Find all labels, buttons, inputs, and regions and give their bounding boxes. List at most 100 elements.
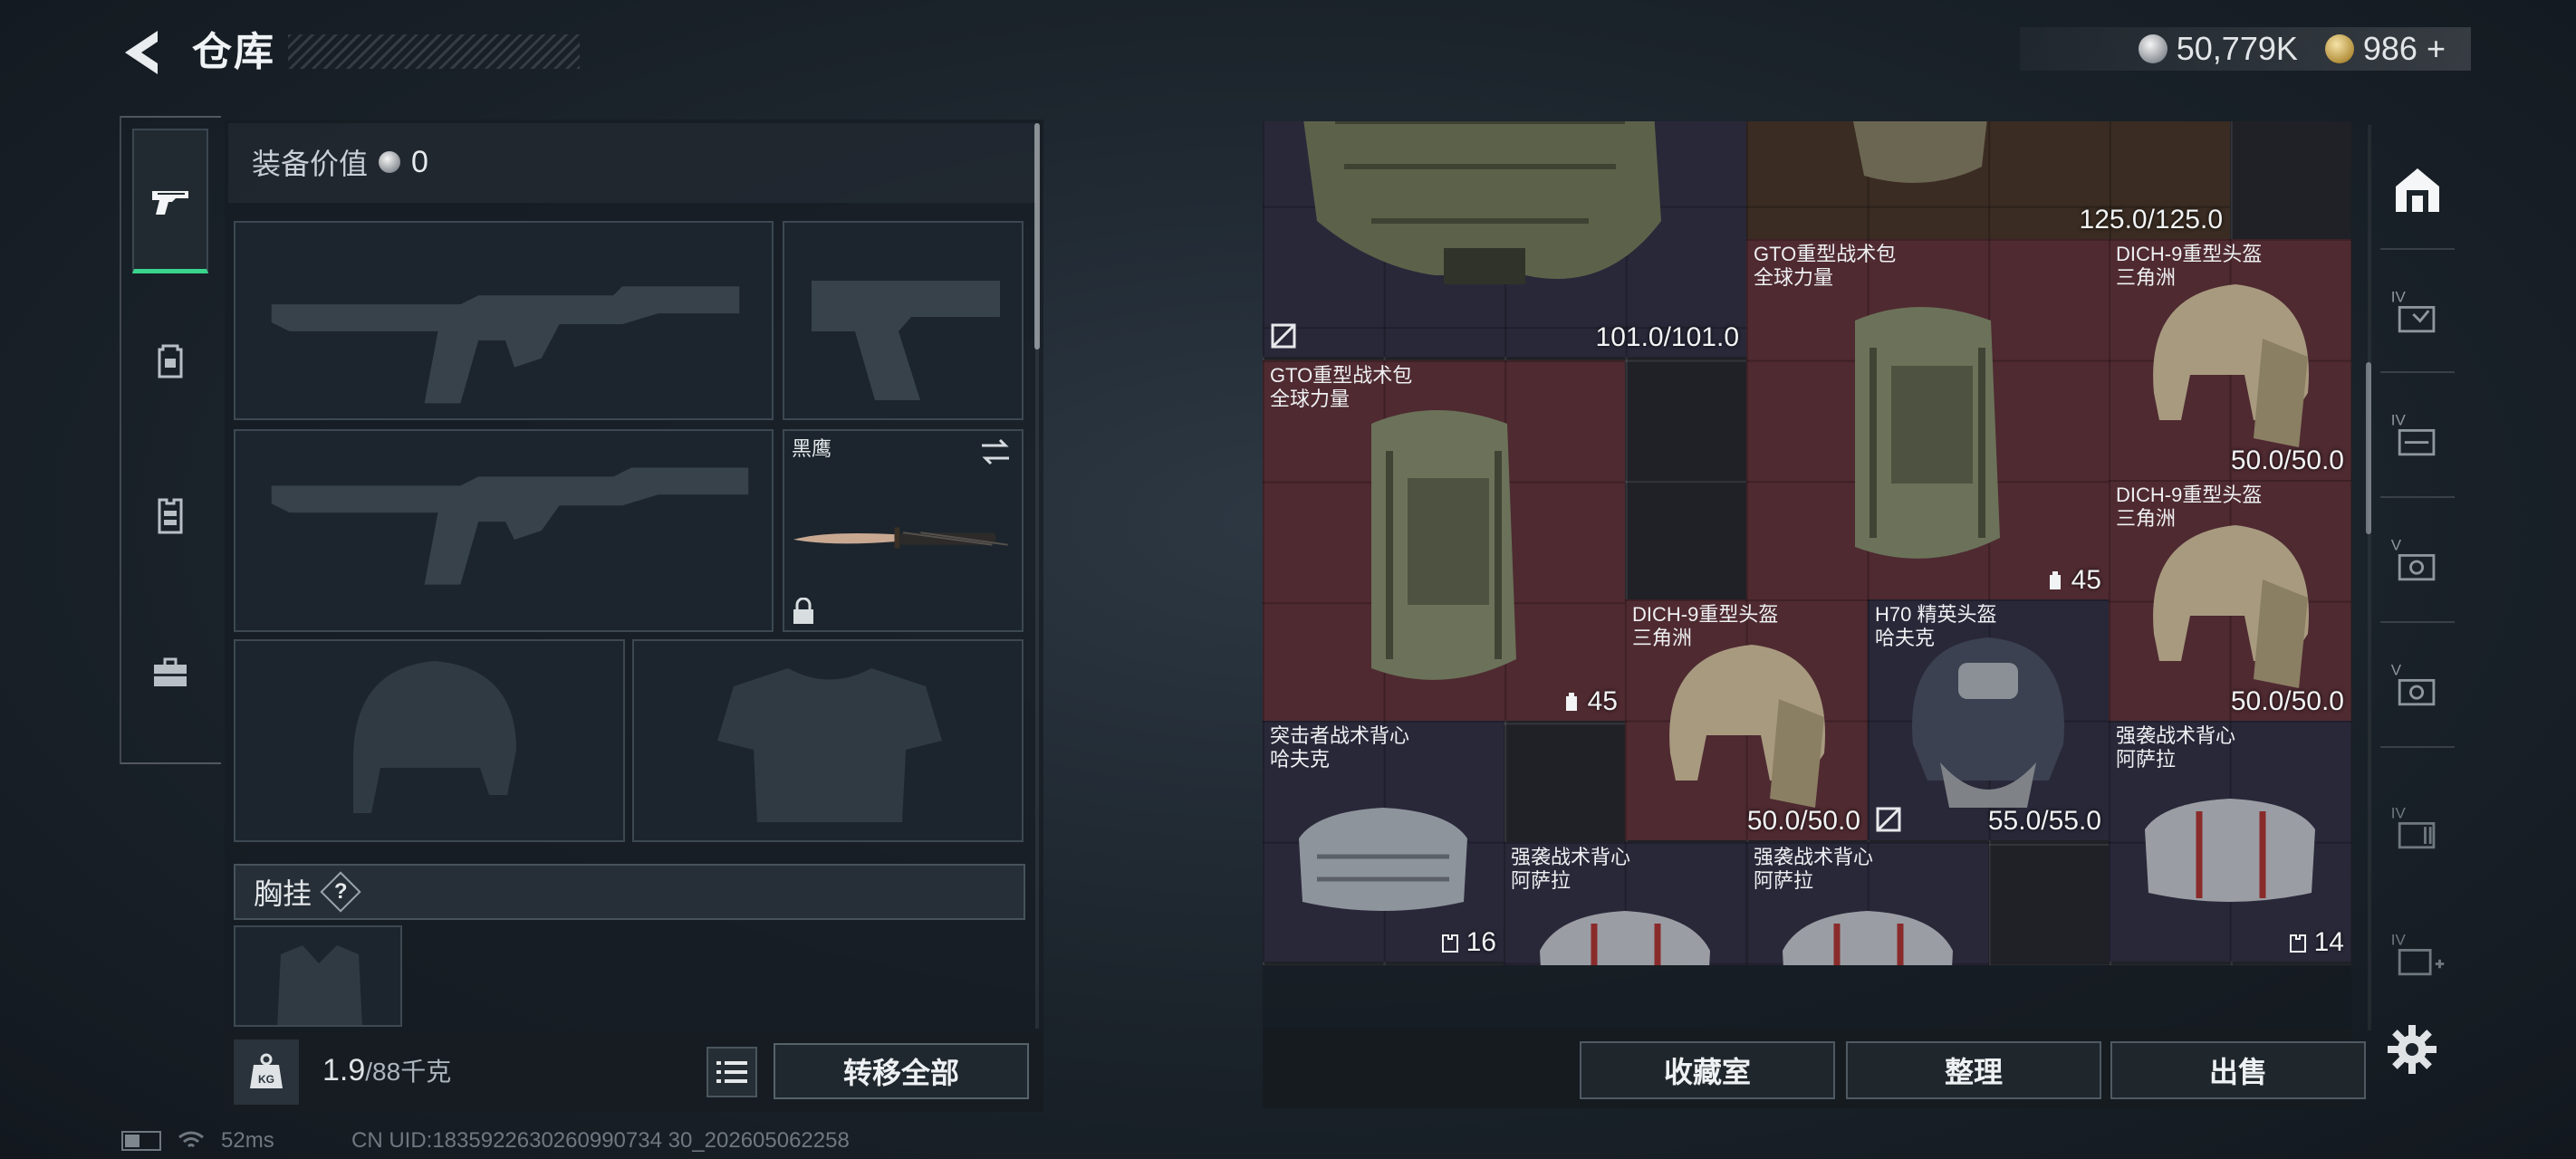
rail-separator: [2380, 621, 2455, 623]
storage-item-armor[interactable]: 101.0/101.0: [1263, 121, 1746, 357]
help-icon[interactable]: ?: [320, 871, 361, 913]
item-brand: 三角洲: [1632, 627, 1693, 649]
carry-weight-max: /88千克: [365, 1058, 452, 1086]
item-brand: 全球力量: [1754, 266, 1834, 289]
storage-page-2[interactable]: IV: [2380, 391, 2455, 482]
toolbox-icon: [154, 657, 187, 686]
add-storage-icon: IV: [2391, 932, 2445, 976]
rail-separator: [2380, 746, 2455, 748]
item-brand: 全球力量: [1270, 388, 1350, 410]
storage-page-1[interactable]: IV: [2380, 268, 2455, 359]
rail-separator: [2380, 496, 2455, 498]
silver-coin-icon: [379, 151, 401, 173]
primary-weapon-slot-2[interactable]: [234, 429, 774, 632]
capacity-icon: [2049, 571, 2061, 589]
gold-coin-icon: [2324, 34, 2354, 63]
melee-slot[interactable]: 黑鹰: [783, 429, 1024, 632]
item-name: 强袭战术背心: [2116, 724, 2236, 747]
item-durability: 50.0/50.0: [2230, 686, 2344, 716]
body-armor-slot[interactable]: [632, 639, 1024, 842]
equipment-value-amount: 0: [411, 144, 428, 179]
silver-amount: 50,779K: [2176, 30, 2298, 67]
item-brand: 三角洲: [2116, 507, 2177, 530]
item-durability: 55.0/55.0: [1987, 806, 2101, 836]
item-name: GTO重型战术包: [1270, 364, 1413, 387]
storage-page-5[interactable]: IV: [2380, 784, 2455, 875]
gold-amount: 986: [2362, 30, 2417, 67]
currency-bar: 50,779K 986 +: [2020, 27, 2471, 71]
storage-item-backpack-2[interactable]: GTO重型战术包 全球力量 45: [1263, 360, 1625, 721]
back-arrow-icon: [125, 31, 158, 74]
storage-item-vest-2[interactable]: 强袭战术背心 阿萨拉 14: [2109, 721, 2351, 962]
storage-item-helmet-3[interactable]: DICH-9重型头盔 三角洲 50.0/50.0: [1625, 599, 1868, 840]
svg-text:IV: IV: [2391, 805, 2407, 822]
sell-button[interactable]: 出售: [2110, 1041, 2366, 1099]
vest-capacity-icon: [1441, 934, 1458, 953]
safe-box-icon: V: [2391, 537, 2436, 581]
silver-currency[interactable]: 50,779K: [2138, 30, 2298, 68]
storage-item-elite-helmet[interactable]: H70 精英头盔 哈夫克 55.0/55.0: [1868, 599, 2109, 840]
storage-grid: 101.0/101.0 125.0/125.0 GTO重型战术包 全球力量 45 …: [1263, 121, 2351, 965]
back-button[interactable]: [116, 25, 167, 80]
backpack-icon: [1855, 307, 2000, 559]
item-brand: 阿萨拉: [1754, 869, 1814, 892]
storage-page-3[interactable]: V: [2380, 516, 2455, 607]
tab-toolbox[interactable]: [132, 599, 208, 744]
rail-separator: [2380, 248, 2455, 250]
wifi-icon: [178, 1131, 204, 1148]
sort-button[interactable]: 整理: [1846, 1041, 2101, 1099]
transfer-all-button[interactable]: 转移全部: [774, 1043, 1029, 1099]
item-brand: 阿萨拉: [2116, 748, 2177, 771]
melee-name: 黑鹰: [792, 437, 832, 460]
tab-backpack[interactable]: [132, 288, 208, 433]
item-brand: 哈夫克: [1875, 627, 1936, 649]
chest-rig-slot[interactable]: [234, 925, 402, 1027]
item-name: 强袭战术背心: [1511, 846, 1631, 868]
settings-gear-icon[interactable]: [2386, 1023, 2438, 1076]
storage-item-helmet-2[interactable]: DICH-9重型头盔 三角洲 50.0/50.0: [2109, 480, 2351, 721]
item-brand: 哈夫克: [1270, 748, 1331, 771]
body-armor-icon: [1303, 121, 1661, 284]
primary-weapon-slot[interactable]: [234, 221, 774, 420]
title-decoration: [288, 34, 580, 69]
storage-page-add[interactable]: IV: [2380, 911, 2455, 1001]
storage-item-armor-2[interactable]: 125.0/125.0: [1746, 121, 2230, 239]
item-name: GTO重型战术包: [1754, 243, 1897, 265]
list-icon: [716, 1061, 747, 1083]
collection-room-button[interactable]: 收藏室: [1580, 1041, 1835, 1099]
tab-vest[interactable]: [132, 444, 208, 589]
rifle-silhouette-icon: [271, 467, 749, 585]
secondary-weapon-slot[interactable]: [783, 221, 1024, 420]
no-insure-icon: [1876, 807, 1901, 832]
storage-scrollbar[interactable]: [2366, 362, 2371, 534]
storage-page-home[interactable]: [2380, 145, 2455, 235]
item-name: 强袭战术背心: [1754, 846, 1874, 868]
carry-weight-current: 1.9: [322, 1053, 366, 1087]
storage-item-backpack[interactable]: GTO重型战术包 全球力量 45: [1746, 239, 2109, 599]
equipment-value-label: 装备价值: [252, 148, 369, 180]
carry-weight: 1.9/88千克: [322, 1052, 451, 1088]
tab-weapons[interactable]: [132, 129, 208, 273]
storage-item-vest-4[interactable]: 强袭战术背心 阿萨拉: [1746, 842, 1989, 965]
swap-icon[interactable]: [978, 436, 1013, 467]
storage-page-4[interactable]: V: [2380, 641, 2455, 732]
item-name: 突击者战术背心: [1270, 724, 1410, 747]
storage-item-vest-3[interactable]: 强袭战术背心 阿萨拉: [1504, 842, 1746, 965]
gold-add-button[interactable]: +: [2427, 30, 2446, 68]
armor-silhouette-icon: [717, 668, 942, 822]
item-durability: 101.0/101.0: [1595, 322, 1739, 352]
svg-text:KG: KG: [258, 1073, 274, 1086]
ping-value: 52ms: [221, 1128, 274, 1153]
list-view-button[interactable]: [706, 1047, 757, 1097]
equipment-scrollbar[interactable]: [1034, 123, 1040, 350]
svg-text:V: V: [2391, 662, 2402, 679]
rifle-silhouette-icon: [271, 286, 740, 404]
item-capacity: 45: [2044, 565, 2101, 596]
storage-item-vest[interactable]: 突击者战术背心 哈夫克 16: [1263, 721, 1504, 962]
equipment-value: 装备价值 0: [252, 141, 428, 183]
item-durability: 50.0/50.0: [2230, 445, 2344, 475]
capacity-icon: [1565, 693, 1577, 711]
storage-item-helmet[interactable]: DICH-9重型头盔 三角洲 50.0/50.0: [2109, 239, 2351, 480]
helmet-slot[interactable]: [234, 639, 625, 842]
gold-currency[interactable]: 986 +: [2324, 30, 2446, 68]
